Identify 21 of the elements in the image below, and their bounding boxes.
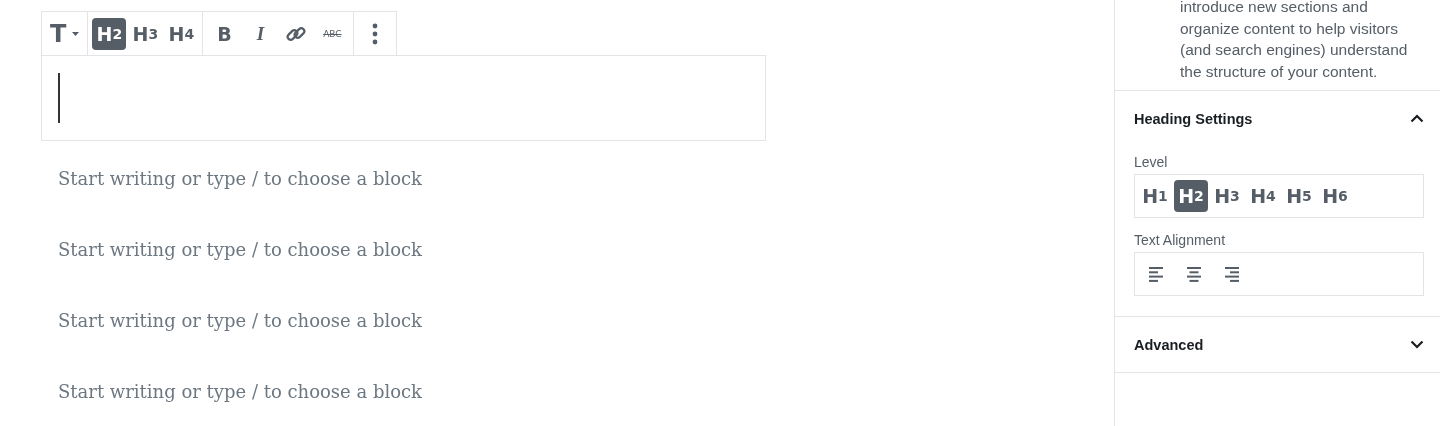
field-label: Level (1134, 154, 1169, 170)
panel-header[interactable]: Heading Settings (1134, 91, 1424, 146)
align-right-icon (1225, 266, 1239, 282)
align-center-icon (1187, 266, 1201, 282)
caret-icon (72, 31, 80, 36)
chevron-down-icon (1410, 340, 1424, 349)
block-description: introduce new sections and organize content to help visitors (and search engines) understand the structure of your content. (1179, 0, 1409, 82)
block-placeholder[interactable]: Start writing or type / to choose a block (58, 238, 1114, 283)
strikethrough-button[interactable]: ABC (315, 17, 350, 50)
align-left-icon (1149, 266, 1163, 282)
panel-header[interactable]: Advanced (1134, 317, 1424, 372)
italic-button[interactable]: I (243, 17, 278, 50)
field-label: Text Alignment (1134, 232, 1227, 248)
block-type-button[interactable]: T (46, 17, 84, 50)
block-placeholder[interactable]: Start writing or type / to choose a block (58, 309, 1114, 354)
text-cursor (58, 73, 60, 123)
more-icon (372, 22, 379, 45)
block-placeholder[interactable]: Start writing or type / to choose a block (58, 380, 1114, 425)
bold-button[interactable]: B (207, 17, 242, 50)
block-placeholder[interactable]: Start writing or type / to choose a block (58, 167, 1114, 212)
chevron-up-icon (1410, 114, 1424, 123)
